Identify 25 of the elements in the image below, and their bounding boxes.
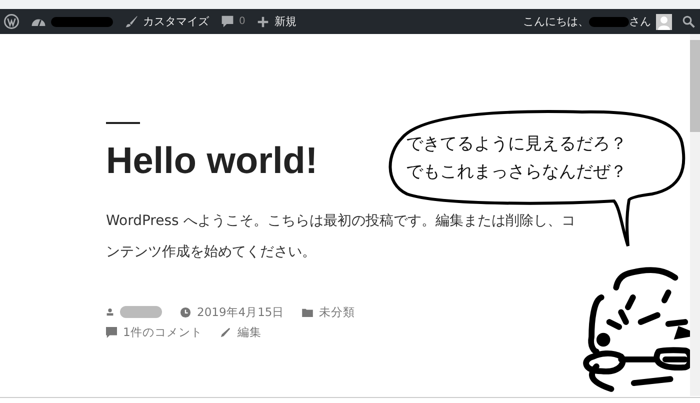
comment-icon [221,15,234,28]
person-icon [106,308,114,316]
greeting-text[interactable]: こんにちは、 [523,14,589,29]
speech-text: でもこれまっさらなんだぜ？ [406,161,627,184]
search-icon[interactable] [682,15,695,28]
edit-link[interactable]: 編集 [237,324,262,340]
category-link[interactable]: 未分類 [319,304,356,320]
greeting-text[interactable]: さん [629,14,651,29]
pencil-icon [220,326,232,338]
new-label[interactable]: 新規 [274,14,296,29]
date-link[interactable]: 2019年4月15日 [197,304,284,320]
comments-label[interactable]: 0 [239,16,246,27]
brush-icon [125,15,138,28]
scrollbar[interactable] [690,34,700,396]
speech-text: できてるように見えるだろ？ [406,133,627,156]
avatar-icon[interactable] [656,14,672,30]
post-title: Hello world! [106,140,318,182]
comments-link[interactable]: 1件のコメント [123,324,202,340]
scrollbar-thumb[interactable] [690,40,700,132]
clock-icon [180,306,191,318]
customize-label[interactable]: カスタマイズ [143,14,209,29]
comment-icon [106,326,117,338]
plus-icon [257,16,270,28]
post-body: WordPress へようこそ。こちらは最初の投稿です。編集または削除し、コンテンツ作成を始めてください。 [106,212,576,262]
folder-icon [302,308,314,316]
